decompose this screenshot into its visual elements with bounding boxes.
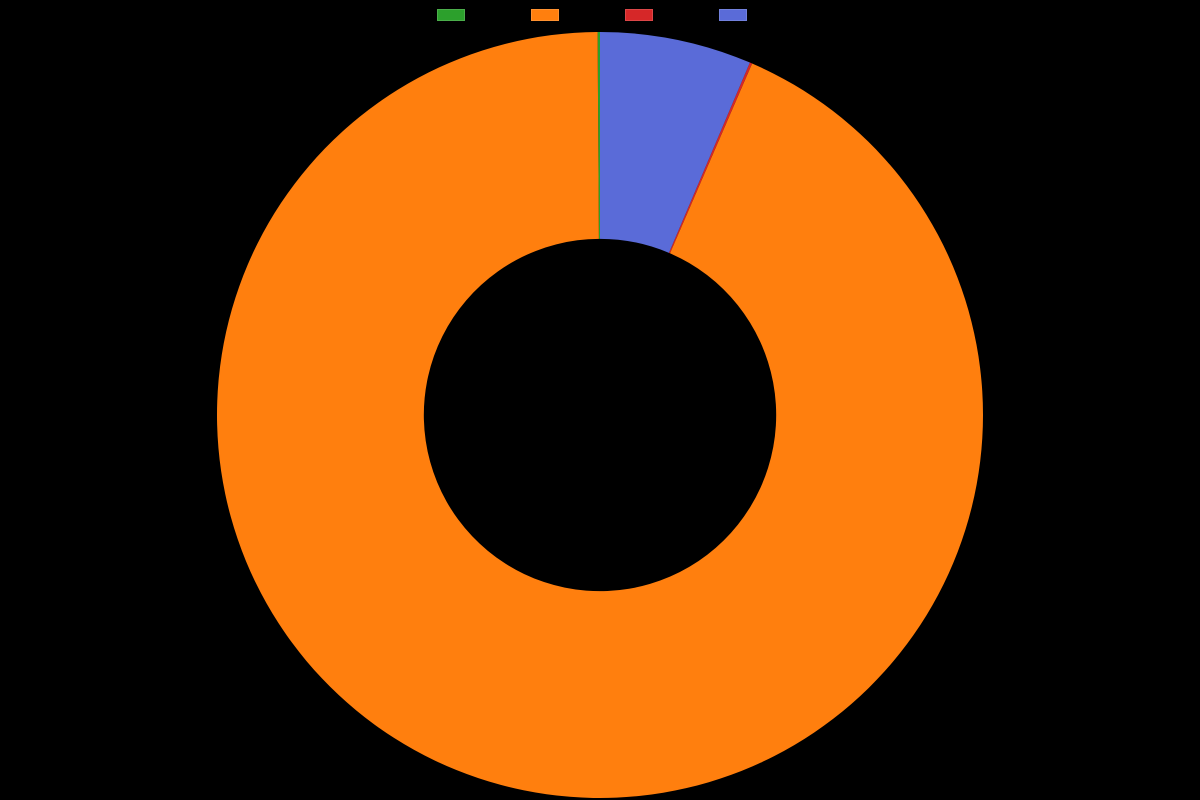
donut-chart-area xyxy=(0,30,1200,800)
legend-item-2 xyxy=(625,8,669,22)
legend-label-1 xyxy=(565,8,575,22)
legend-swatch-2 xyxy=(625,9,653,21)
donut-chart xyxy=(215,30,985,800)
legend-item-3 xyxy=(719,8,763,22)
legend-swatch-0 xyxy=(437,9,465,21)
legend-label-0 xyxy=(471,8,481,22)
legend-item-1 xyxy=(531,8,575,22)
legend-swatch-1 xyxy=(531,9,559,21)
chart-container xyxy=(0,0,1200,800)
legend xyxy=(0,8,1200,22)
legend-label-3 xyxy=(753,8,763,22)
legend-label-2 xyxy=(659,8,669,22)
legend-swatch-3 xyxy=(719,9,747,21)
legend-item-0 xyxy=(437,8,481,22)
